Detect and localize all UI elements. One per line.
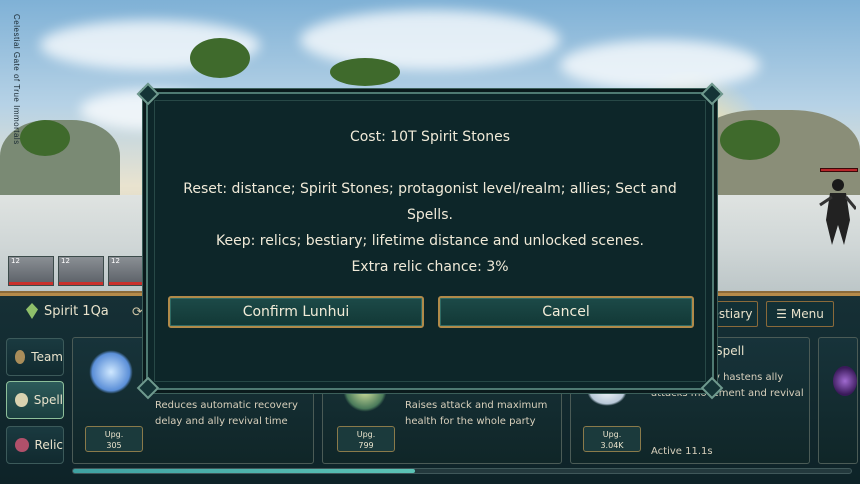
reset-text-continued: Spells. bbox=[407, 207, 453, 223]
progress-bar bbox=[72, 468, 852, 474]
bestiary-label: estiary bbox=[711, 307, 753, 321]
cost-text: Cost: 10T Spirit Stones bbox=[349, 129, 511, 145]
violet-spell-icon bbox=[833, 366, 857, 396]
spirit-counter: Spirit 1Qa bbox=[26, 303, 109, 319]
ally-portrait[interactable]: 12 bbox=[8, 256, 54, 286]
cancel-label: Cancel bbox=[542, 304, 590, 320]
confirm-label: Confirm Lunhui bbox=[242, 304, 350, 320]
pine-tree bbox=[20, 120, 70, 156]
lunhui-dialog: Cost: 10T Spirit Stones Reset: distance;… bbox=[136, 82, 724, 400]
progress-fill bbox=[73, 469, 416, 473]
spell-icon bbox=[15, 393, 28, 407]
pine-tree bbox=[330, 58, 400, 86]
tab-relic[interactable]: Relic bbox=[6, 426, 64, 464]
relic-chance-text: Extra relic chance: 3% bbox=[351, 259, 509, 275]
scene-title: Celestial Gate of True Immortals bbox=[12, 14, 21, 145]
pine-tree bbox=[720, 120, 780, 160]
spirit-label: Spirit 1Qa bbox=[44, 303, 109, 319]
spirit-gem-icon bbox=[26, 303, 38, 319]
tab-spell[interactable]: Spell bbox=[6, 381, 64, 419]
cancel-button[interactable]: Cancel bbox=[438, 296, 694, 328]
enemy-warrior[interactable] bbox=[818, 175, 856, 245]
reset-text: Reset: distance; Spirit Stones; protagon… bbox=[183, 181, 677, 197]
card-title: Spell bbox=[715, 344, 745, 358]
spell-card[interactable] bbox=[818, 337, 858, 464]
tab-label: Spell bbox=[33, 393, 63, 407]
menu-button[interactable]: ☰ Menu bbox=[766, 301, 834, 327]
upgrade-button[interactable]: Upg. 305 bbox=[85, 426, 143, 452]
ally-health-bar bbox=[9, 282, 53, 285]
upgrade-button[interactable]: Upg. 3.04K bbox=[583, 426, 641, 452]
tab-label: Relic bbox=[34, 438, 63, 452]
cloud bbox=[560, 40, 760, 90]
tab-label: Team bbox=[31, 350, 63, 364]
ally-level: 12 bbox=[11, 257, 20, 265]
confirm-lunhui-button[interactable]: Confirm Lunhui bbox=[168, 296, 424, 328]
team-icon bbox=[15, 350, 26, 364]
ally-level: 12 bbox=[61, 257, 70, 265]
cloud bbox=[300, 10, 560, 70]
ally-portrait[interactable]: 12 bbox=[58, 256, 104, 286]
menu-label: Menu bbox=[790, 307, 824, 321]
ally-health-bar bbox=[59, 282, 103, 285]
enemy-health-bar bbox=[820, 168, 858, 172]
relic-icon bbox=[15, 438, 29, 452]
tab-team[interactable]: Team bbox=[6, 338, 64, 376]
card-description: Raises attack and maximum health for the … bbox=[405, 400, 548, 427]
ally-level: 12 bbox=[111, 257, 120, 265]
menu-icon: ☰ bbox=[776, 307, 787, 321]
pine-tree bbox=[190, 38, 250, 78]
cycle-icon[interactable]: ⟳ bbox=[132, 305, 143, 320]
active-timer: Active 11.1s bbox=[651, 446, 713, 457]
upgrade-button[interactable]: Upg. 799 bbox=[337, 426, 395, 452]
keep-text: Keep: relics; bestiary; lifetime distanc… bbox=[216, 233, 644, 249]
card-description: Reduces automatic recovery delay and ally… bbox=[155, 400, 298, 427]
lotus-spell-icon bbox=[89, 350, 133, 394]
